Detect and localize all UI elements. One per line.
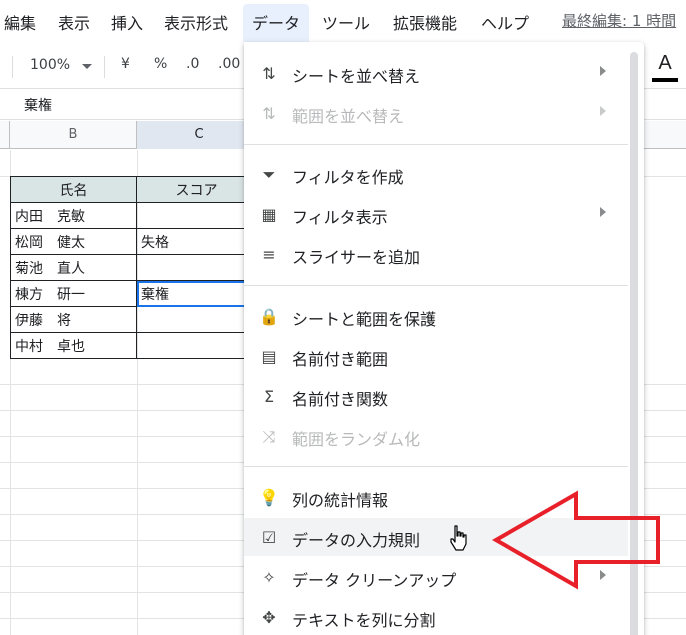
zoom-select[interactable]: 100% <box>30 57 70 73</box>
submenu-arrow-icon <box>600 207 606 217</box>
slicer-icon: ≡ <box>262 245 276 264</box>
header-name[interactable]: 氏名 <box>10 176 137 203</box>
menu-format[interactable]: 表示形式 <box>164 10 228 34</box>
submenu-arrow-icon <box>600 66 606 76</box>
menu-item-split-text[interactable]: ✥ テキストを列に分割 <box>244 598 628 635</box>
menu-item-label: シートと範囲を保護 <box>292 310 437 329</box>
table-row: 内田 克敏 7 <box>10 202 257 229</box>
score-cell[interactable]: 8 <box>136 306 257 333</box>
menu-item-label: 名前付き範囲 <box>292 350 389 369</box>
menu-divider <box>244 144 628 145</box>
menu-view[interactable]: 表示 <box>58 10 90 34</box>
menu-item-label: フィルタを作成 <box>292 168 404 187</box>
named-range-icon: ▤ <box>261 347 277 366</box>
name-cell[interactable]: 伊藤 将 <box>10 306 137 333</box>
score-cell[interactable]: 失格 <box>136 228 257 255</box>
menu-item-sort-range[interactable]: ⇅ 範囲を並べ替え <box>244 94 628 132</box>
menu-extensions[interactable]: 拡張機能 <box>393 10 457 34</box>
score-cell[interactable]: 7 <box>136 202 257 229</box>
name-cell[interactable]: 棟方 研一 <box>10 280 137 307</box>
sort-range-icon: ⇅ <box>262 104 276 123</box>
chevron-down-icon[interactable] <box>82 64 92 69</box>
lightbulb-icon: 💡 <box>259 488 279 507</box>
score-cell[interactable]: 9 <box>136 332 257 359</box>
last-edit-link[interactable]: 最終編集: 1 時間 <box>562 10 676 31</box>
menu-item-label: データ クリーンアップ <box>292 571 457 590</box>
menu-item-filter-views[interactable]: ▦ フィルタ表示 <box>244 195 628 233</box>
menu-divider <box>244 285 628 286</box>
table-row: 中村 卓也 9 <box>10 332 257 359</box>
lock-icon: 🔒 <box>259 307 279 326</box>
filter-icon: ⏷ <box>262 165 276 184</box>
menu-item-label: 範囲をランダム化 <box>292 430 421 449</box>
sigma-icon: Σ <box>263 387 275 406</box>
currency-format-button[interactable]: ¥ <box>121 56 130 72</box>
menu-item-randomize-range[interactable]: ⤨ 範囲をランダム化 <box>244 417 628 455</box>
menu-item-add-slicer[interactable]: ≡ スライサーを追加 <box>244 235 628 273</box>
table-row: 菊池 直人 8 <box>10 254 257 281</box>
filter-view-icon: ▦ <box>261 205 277 224</box>
text-color-button[interactable]: A <box>654 52 676 75</box>
name-cell[interactable]: 内田 克敏 <box>10 202 137 229</box>
name-cell[interactable]: 菊池 直人 <box>10 254 137 281</box>
decrease-decimal-button[interactable]: .0 <box>186 56 199 72</box>
submenu-arrow-icon <box>600 106 606 116</box>
menu-item-label: シートを並べ替え <box>292 67 421 86</box>
menu-item-label: スライサーを追加 <box>292 248 421 267</box>
toolbar-divider <box>104 56 105 78</box>
shuffle-icon: ⤨ <box>262 427 276 446</box>
toolbar-divider <box>12 56 13 78</box>
column-header-b[interactable]: B <box>10 121 137 149</box>
menu-item-label: 範囲を並べ替え <box>292 107 405 126</box>
menu-item-create-filter[interactable]: ⏷ フィルタを作成 <box>244 155 628 193</box>
menu-help[interactable]: ヘルプ <box>481 10 529 34</box>
text-color-swatch <box>652 78 678 82</box>
menu-item-label: 名前付き関数 <box>292 390 389 409</box>
sort-icon: ⇅ <box>262 64 276 83</box>
hand-cursor-icon <box>450 525 467 551</box>
increase-decimal-button[interactable]: .00 <box>218 56 240 72</box>
menu-insert[interactable]: 挿入 <box>111 10 143 34</box>
table-row: 伊藤 将 8 <box>10 306 257 333</box>
menu-tools[interactable]: ツール <box>322 10 370 34</box>
name-cell[interactable]: 松岡 健太 <box>10 228 137 255</box>
menu-item-label: データの入力規則 <box>292 531 421 550</box>
table-header-row: 氏名 スコア <box>10 176 257 203</box>
header-score[interactable]: スコア <box>136 176 257 203</box>
menu-item-named-ranges[interactable]: ▤ 名前付き範囲 <box>244 337 628 375</box>
menu-item-named-functions[interactable]: Σ 名前付き関数 <box>244 377 628 415</box>
menu-item-sort-sheet[interactable]: ⇅ シートを並べ替え <box>244 54 628 92</box>
score-cell[interactable]: 8 <box>136 254 257 281</box>
formula-value[interactable]: 棄権 <box>24 95 52 115</box>
menu-item-label: 列の統計情報 <box>292 491 389 510</box>
row-header-corner[interactable] <box>0 121 10 149</box>
score-table: 氏名 スコア 内田 克敏 7 松岡 健太 失格 菊池 直人 8 棟方 研一 棄権… <box>10 176 257 359</box>
menu-item-protect[interactable]: 🔒 シートと範囲を保護 <box>244 297 628 335</box>
table-row: 棟方 研一 棄権 <box>10 280 257 307</box>
table-row: 松岡 健太 失格 <box>10 228 257 255</box>
red-arrow-annotation <box>491 490 660 590</box>
menu-bar: 編集 表示 挿入 表示形式 データ ツール 拡張機能 ヘルプ 最終編集: 1 時… <box>0 0 686 44</box>
menu-divider <box>244 466 628 467</box>
menu-item-label: テキストを列に分割 <box>292 611 436 630</box>
menu-item-label: フィルタ表示 <box>292 208 388 227</box>
split-icon: ✥ <box>262 608 276 627</box>
name-cell[interactable]: 中村 卓也 <box>10 332 137 359</box>
data-validation-icon: ☑ <box>261 528 277 547</box>
percent-format-button[interactable]: % <box>154 56 167 72</box>
menu-edit[interactable]: 編集 <box>4 10 36 34</box>
magic-wand-icon: ✧ <box>262 568 276 587</box>
active-score-cell[interactable]: 棄権 <box>136 280 257 307</box>
menu-data[interactable]: データ <box>243 4 310 42</box>
